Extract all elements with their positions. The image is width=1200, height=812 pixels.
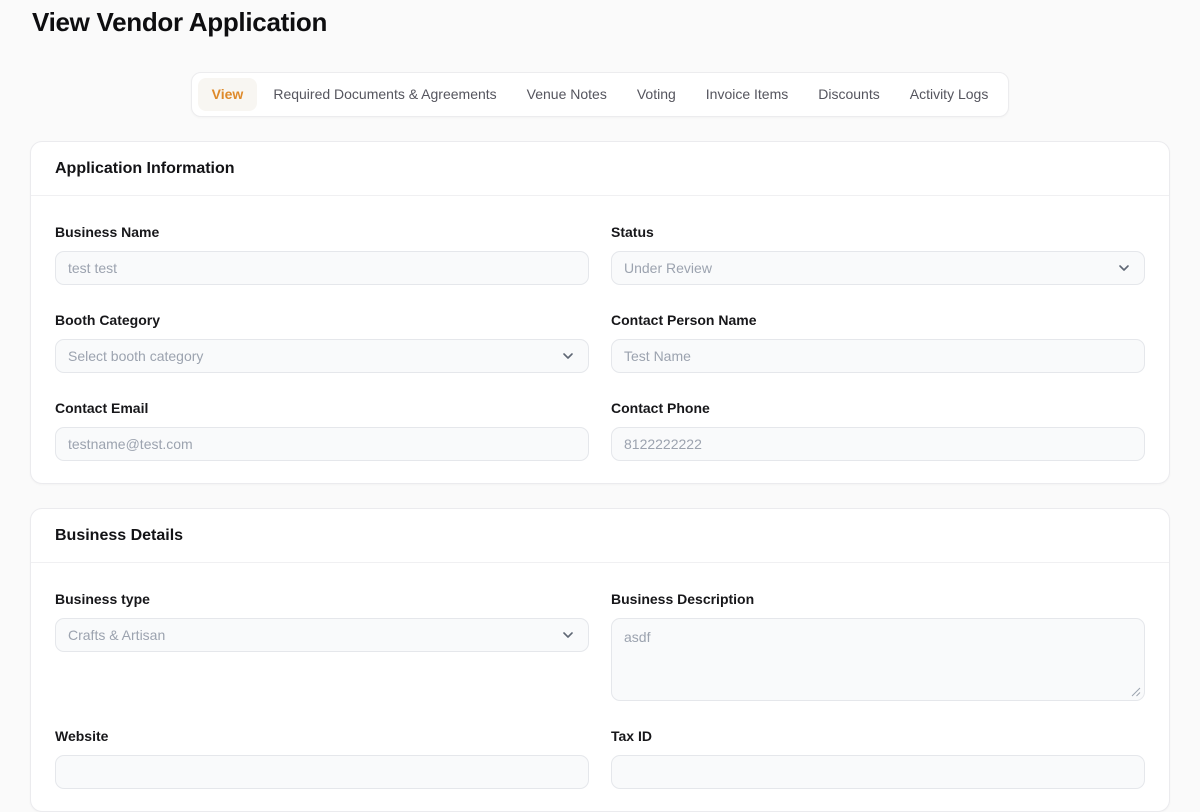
contact-email-field: Contact Email	[55, 400, 589, 461]
tax-id-field: Tax ID	[611, 728, 1145, 789]
resize-handle-icon[interactable]	[1131, 687, 1141, 697]
business-details-card: Business Details Business type Crafts & …	[30, 508, 1170, 812]
business-details-card-body: Business type Crafts & Artisan Business …	[31, 563, 1169, 811]
tab-invoice-items[interactable]: Invoice Items	[692, 78, 802, 111]
tab-activity-logs[interactable]: Activity Logs	[896, 78, 1003, 111]
business-details-title: Business Details	[55, 527, 184, 544]
application-information-title: Application Information	[55, 160, 235, 177]
tab-discounts[interactable]: Discounts	[804, 78, 893, 111]
business-details-card-header: Business Details	[31, 509, 1169, 563]
contact-person-name-input[interactable]	[611, 339, 1145, 373]
contact-person-name-label: Contact Person Name	[611, 312, 757, 328]
application-information-card-body: Business Name Status Under Review Booth …	[31, 196, 1169, 483]
contact-email-label: Contact Email	[55, 400, 149, 416]
tax-id-label: Tax ID	[611, 728, 652, 744]
tax-id-input[interactable]	[611, 755, 1145, 789]
status-select[interactable]: Under Review	[611, 251, 1145, 285]
application-information-card-header: Application Information	[31, 142, 1169, 196]
status-field: Status Under Review	[611, 224, 1145, 285]
website-field: Website	[55, 728, 589, 789]
website-input[interactable]	[55, 755, 589, 789]
business-description-textarea[interactable]: asdf	[611, 618, 1145, 701]
status-select-value: Under Review	[624, 260, 712, 276]
chevron-down-icon	[560, 627, 576, 643]
contact-person-name-field: Contact Person Name	[611, 312, 1145, 373]
booth-category-label: Booth Category	[55, 312, 160, 328]
booth-category-select[interactable]: Select booth category	[55, 339, 589, 373]
booth-category-select-value: Select booth category	[68, 348, 204, 364]
business-name-field: Business Name	[55, 224, 589, 285]
page-title: View Vendor Application	[32, 7, 328, 37]
booth-category-field: Booth Category Select booth category	[55, 312, 589, 373]
business-type-select[interactable]: Crafts & Artisan	[55, 618, 589, 652]
contact-phone-label: Contact Phone	[611, 400, 710, 416]
business-name-label: Business Name	[55, 224, 160, 240]
tab-bar: View Required Documents & Agreements Ven…	[190, 72, 1010, 117]
application-information-card: Application Information Business Name St…	[30, 141, 1170, 484]
tab-view[interactable]: View	[197, 78, 258, 111]
tab-bar-wrapper: View Required Documents & Agreements Ven…	[0, 72, 1200, 117]
chevron-down-icon	[560, 348, 576, 364]
tab-venue-notes[interactable]: Venue Notes	[513, 78, 621, 111]
business-type-select-value: Crafts & Artisan	[68, 627, 166, 643]
business-type-label: Business type	[55, 591, 150, 607]
business-type-field: Business type Crafts & Artisan	[55, 591, 589, 652]
tab-voting[interactable]: Voting	[623, 78, 690, 111]
business-description-label: Business Description	[611, 591, 755, 607]
contact-email-input[interactable]	[55, 427, 589, 461]
business-name-input[interactable]	[55, 251, 589, 285]
business-description-field: Business Description asdf	[611, 591, 1145, 701]
chevron-down-icon	[1116, 260, 1132, 276]
contact-phone-input[interactable]	[611, 427, 1145, 461]
tab-required-documents-agreements[interactable]: Required Documents & Agreements	[259, 78, 510, 111]
contact-phone-field: Contact Phone	[611, 400, 1145, 461]
website-label: Website	[55, 728, 109, 744]
status-label: Status	[611, 224, 654, 240]
